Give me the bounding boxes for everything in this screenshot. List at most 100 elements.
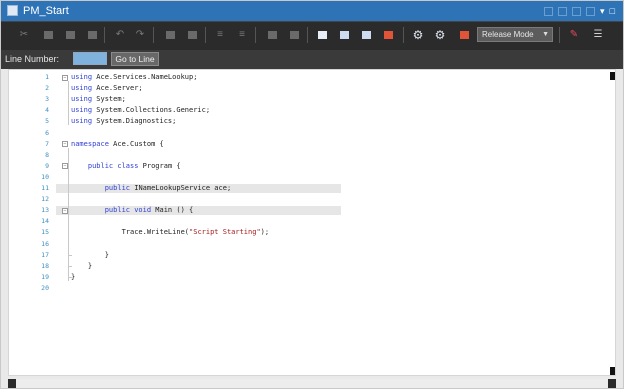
code-line: } xyxy=(71,262,92,271)
editor-window: PM_Start ▾ □ ✂ ↶ ↷ ≡ ≡ ⚙ ⚙ Release Mode … xyxy=(0,0,624,389)
code-line: using Ace.Services.NameLookup; xyxy=(71,73,197,82)
bookmark-icon[interactable] xyxy=(265,28,279,42)
window-title: PM_Start xyxy=(23,5,69,17)
line-number: 3 xyxy=(45,95,49,104)
window-icon xyxy=(7,5,18,16)
code-line: public void Main () { xyxy=(71,206,194,215)
line-number: 6 xyxy=(45,128,49,137)
line-number: 1 xyxy=(45,73,49,81)
line-number: 14 xyxy=(41,217,49,226)
code-string: "Script Starting" xyxy=(189,228,261,237)
code-keyword: using xyxy=(71,95,93,104)
code-text: Trace.WriteLine( xyxy=(71,228,190,237)
code-line: } xyxy=(71,251,109,260)
fold-guide xyxy=(68,147,69,281)
fold-toggle-icon[interactable]: − xyxy=(62,141,68,148)
code-keyword: using xyxy=(71,117,93,126)
line-number: 15 xyxy=(41,228,49,237)
build-mode-select[interactable]: Release Mode ▼ xyxy=(477,27,553,42)
code-line: namespace Ace.Custom { xyxy=(71,140,164,149)
restore-icon[interactable]: □ xyxy=(610,6,615,16)
code-line: public class Program { xyxy=(71,162,181,171)
toolbar-separator xyxy=(403,27,404,43)
code-keyword: public xyxy=(104,184,131,192)
code-line: using Ace.Server; xyxy=(71,84,143,93)
code-keyword: using xyxy=(71,73,93,81)
code-text: Ace.Services.NameLookup; xyxy=(92,73,198,81)
horizontal-scrollbar[interactable] xyxy=(8,379,616,388)
code-line: Trace.WriteLine("Script Starting"); xyxy=(71,228,270,237)
line-number: 11 xyxy=(41,184,49,192)
window-icon-2[interactable] xyxy=(337,28,351,42)
dropdown-icon[interactable]: ▾ xyxy=(600,6,605,16)
zoom-in-icon[interactable] xyxy=(558,6,568,16)
window-icon-3[interactable] xyxy=(359,28,373,42)
code-text: System.Diagnostics; xyxy=(92,117,177,126)
go-to-line-button[interactable]: Go to Line xyxy=(111,52,159,66)
paste-icon[interactable] xyxy=(63,28,77,42)
help-icon[interactable]: ☰ xyxy=(591,28,605,42)
compile-icon[interactable]: ⚙ xyxy=(433,28,447,42)
code-line: using System; xyxy=(71,95,126,104)
line-number: 7 xyxy=(45,139,49,148)
toolbar-separator xyxy=(559,27,560,43)
delete-icon[interactable] xyxy=(85,28,99,42)
indent-icon[interactable] xyxy=(163,28,177,42)
stop-icon[interactable] xyxy=(457,28,471,42)
zoom-out-icon[interactable] xyxy=(572,6,582,16)
line-number: 9 xyxy=(45,161,49,170)
code-keyword: namespace xyxy=(71,139,109,148)
line-number: 18 xyxy=(41,261,49,270)
line-number-bar: Line Number: Go to Line xyxy=(1,50,623,69)
fold-guide xyxy=(68,81,69,126)
line-number: 19 xyxy=(41,272,49,281)
window-icon-4[interactable] xyxy=(381,28,395,42)
cut-icon[interactable]: ✂ xyxy=(17,28,31,42)
zoom-reset-icon[interactable] xyxy=(586,6,596,16)
scrollbar-top-marker[interactable] xyxy=(610,72,615,80)
comment-icon[interactable]: ≡ xyxy=(213,28,227,42)
title-bar: PM_Start ▾ □ xyxy=(1,1,623,21)
toolbar: ✂ ↶ ↷ ≡ ≡ ⚙ ⚙ Release Mode ▼ ✎ ☰ xyxy=(1,21,623,50)
fold-guide-end xyxy=(68,265,72,267)
undo-icon[interactable]: ↶ xyxy=(113,28,127,42)
line-number: 16 xyxy=(41,239,49,248)
code-text: Ace.Custom { xyxy=(108,139,164,148)
uncomment-icon[interactable]: ≡ xyxy=(235,28,249,42)
line-number-input[interactable] xyxy=(73,52,107,65)
line-number: 13 xyxy=(41,206,49,215)
title-controls: ▾ □ xyxy=(544,4,615,18)
code-text: System.Collections.Generic; xyxy=(92,106,211,115)
line-number: 12 xyxy=(41,195,49,204)
eraser-icon[interactable]: ✎ xyxy=(567,28,581,42)
code-text: ); xyxy=(260,228,270,237)
line-number: 8 xyxy=(45,150,49,159)
settings-icon[interactable]: ⚙ xyxy=(411,28,425,42)
redo-icon[interactable]: ↷ xyxy=(133,28,147,42)
toolbar-separator xyxy=(205,27,206,43)
code-keyword: using xyxy=(71,106,93,115)
fold-guide-end xyxy=(68,254,72,256)
window-icon-1[interactable] xyxy=(315,28,329,42)
bookmark-clear-icon[interactable] xyxy=(287,28,301,42)
code-line: using System.Collections.Generic; xyxy=(71,106,210,115)
toolbar-separator xyxy=(255,27,256,43)
line-number: 2 xyxy=(45,84,49,93)
scroll-right-icon[interactable] xyxy=(608,379,616,388)
search-icon[interactable] xyxy=(544,6,554,16)
code-text: Main () { xyxy=(151,206,194,215)
scroll-left-icon[interactable] xyxy=(8,379,16,388)
line-number: 17 xyxy=(41,250,49,259)
outdent-icon[interactable] xyxy=(185,28,199,42)
chevron-down-icon: ▼ xyxy=(542,31,549,38)
code-editor[interactable]: 1− using Ace.Services.NameLookup; 2 using A… xyxy=(8,69,616,376)
scrollbar-bottom-marker[interactable] xyxy=(610,367,615,375)
code-text: INameLookupService ace; xyxy=(130,184,232,192)
copy-icon[interactable] xyxy=(41,28,55,42)
code-text: Program { xyxy=(138,161,181,170)
fold-toggle-icon[interactable]: − xyxy=(62,74,68,81)
code-keyword: public void xyxy=(104,206,152,215)
